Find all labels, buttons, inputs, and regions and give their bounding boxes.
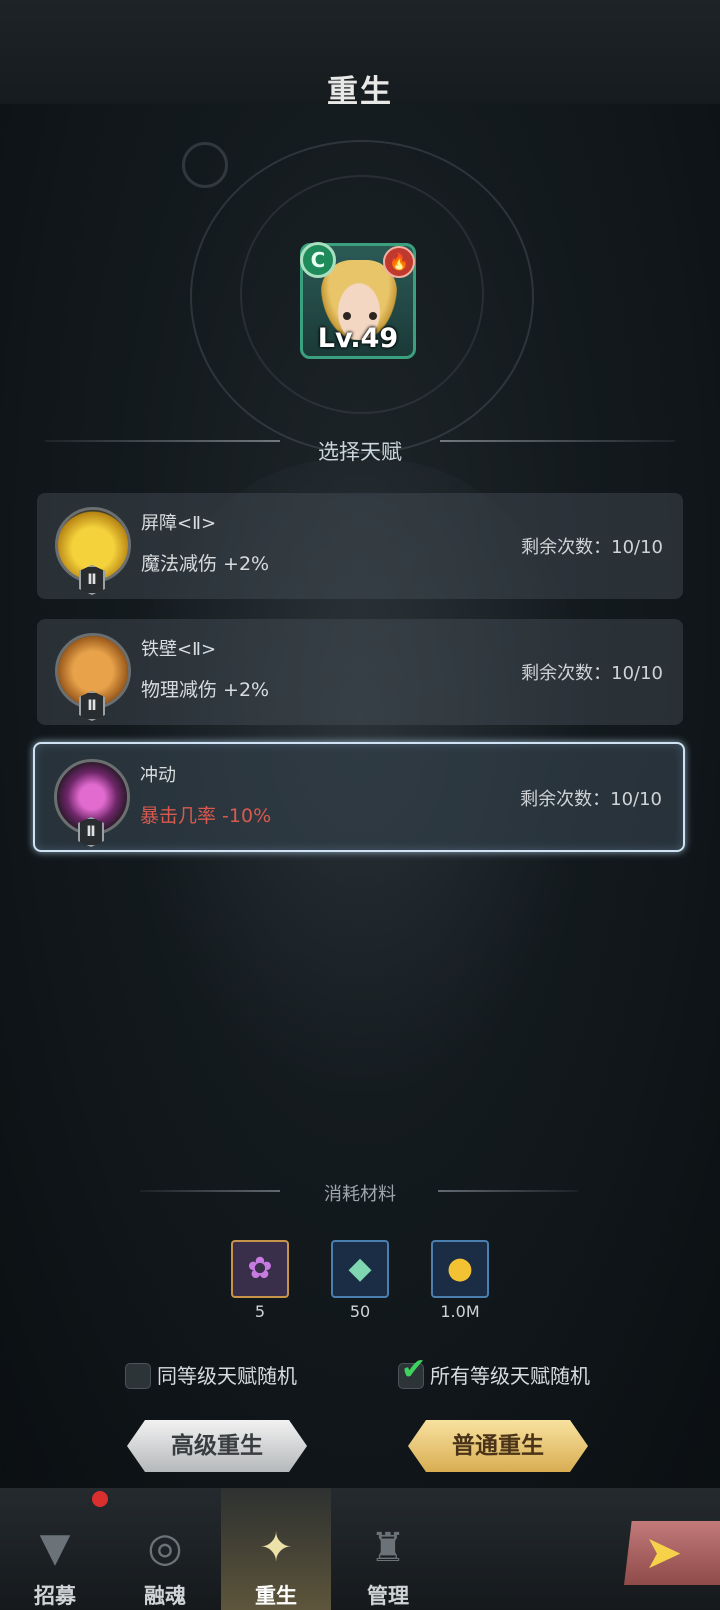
same-level-checkbox[interactable] (125, 1362, 151, 1389)
talent-name: 冲动 (140, 765, 176, 786)
material-gold[interactable]: ● (431, 1240, 489, 1298)
checkmark-icon: ✔ (401, 1351, 427, 1387)
next-arrow-button[interactable]: ➤ (624, 1521, 720, 1585)
section-subtitle: 选择天赋 (318, 440, 402, 464)
talent-remaining: 剩余次数：10/10 (521, 663, 663, 684)
option-same-level-random[interactable]: 同等级天赋随机 (125, 1360, 297, 1391)
material-count: 50 (349, 1302, 371, 1321)
hero-level: Lv.49 (317, 323, 399, 354)
crystal-icon: ◆ (348, 1251, 372, 1286)
hero-eye-left (343, 312, 351, 320)
all-level-checkbox[interactable]: ✔ (398, 1352, 426, 1389)
tab-label: 融魂 (144, 1584, 186, 1608)
tab-label: 招募 (34, 1584, 76, 1608)
talent-row-barrier[interactable]: Ⅱ 屏障<Ⅱ> 魔法减伤 +2% 剩余次数：10/10 (37, 493, 683, 599)
tab-label: 重生 (255, 1584, 297, 1608)
talent-effect: 魔法减伤 +2% (141, 553, 270, 575)
talent-name: 屏障<Ⅱ> (141, 513, 217, 534)
talent-effect: 暴击几率 -10% (140, 805, 272, 827)
option-label: 同等级天赋随机 (157, 1364, 297, 1388)
tier-badge: Ⅱ (79, 691, 105, 721)
talent-row-iron-wall[interactable]: Ⅱ 铁壁<Ⅱ> 物理减伤 +2% 剩余次数：10/10 (37, 619, 683, 725)
material-soul-flower[interactable]: ✿ (231, 1240, 289, 1298)
tab-label: 管理 (367, 1584, 409, 1608)
option-label: 所有等级天赋随机 (430, 1364, 590, 1388)
arrow-right-icon: ➤ (644, 1525, 683, 1579)
tier-badge: Ⅱ (79, 565, 105, 595)
tab-rebirth[interactable]: ✦ 重生 (221, 1488, 331, 1610)
tab-recruit[interactable]: ▼ 招募 (0, 1488, 110, 1610)
page-title: 重生 (327, 74, 393, 110)
notification-dot (92, 1491, 108, 1507)
talent-remaining: 剩余次数：10/10 (520, 789, 662, 810)
gold-coin-icon: ● (446, 1251, 474, 1286)
fire-element-icon: 🔥 (383, 246, 415, 278)
soul-flower-icon: ✿ (247, 1251, 273, 1286)
manage-icon: ♜ (370, 1525, 406, 1571)
advanced-rebirth-button[interactable]: 高级重生 (127, 1420, 307, 1472)
option-all-level-random[interactable]: ✔ 所有等级天赋随机 (398, 1352, 590, 1391)
rebirth-icon: ✦ (259, 1525, 293, 1571)
tab-manage[interactable]: ♜ 管理 (333, 1488, 443, 1610)
tab-soul-fusion[interactable]: ◎ 融魂 (110, 1488, 220, 1610)
tier-badge: Ⅱ (78, 817, 104, 847)
hero-grade-badge: C (300, 242, 336, 278)
talent-name: 铁壁<Ⅱ> (141, 639, 217, 660)
material-crystal[interactable]: ◆ (331, 1240, 389, 1298)
recruit-icon: ▼ (39, 1525, 71, 1571)
talent-effect: 物理减伤 +2% (141, 679, 270, 701)
magic-circle-orb (182, 142, 228, 188)
materials-header: 消耗材料 (324, 1184, 396, 1205)
materials-divider-right (438, 1190, 578, 1192)
talent-remaining: 剩余次数：10/10 (521, 537, 663, 558)
soul-fusion-icon: ◎ (147, 1525, 183, 1571)
material-count: 5 (254, 1302, 266, 1321)
material-count: 1.0M (440, 1302, 480, 1321)
normal-rebirth-button[interactable]: 普通重生 (408, 1420, 588, 1472)
hero-eye-right (369, 312, 377, 320)
talent-row-impulse[interactable]: Ⅱ 冲动 暴击几率 -10% 剩余次数：10/10 (33, 742, 685, 852)
